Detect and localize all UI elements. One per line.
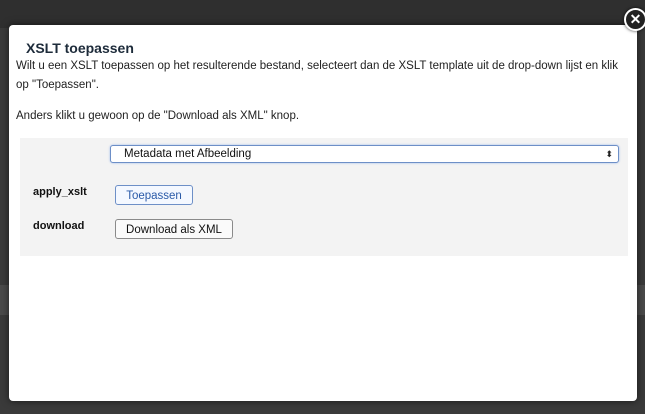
xslt-dialog: XSLT toepassen Wilt u een XSLT toepassen… — [9, 25, 637, 401]
form-panel: Metadata met Afbeelding ⬍ apply_xslt Toe… — [20, 138, 628, 256]
apply-button[interactable]: Toepassen — [115, 185, 193, 205]
backdrop-top — [0, 0, 645, 28]
close-icon[interactable]: ✕ — [624, 8, 645, 31]
dialog-alt-text: Anders klikt u gewoon op de "Download al… — [16, 110, 300, 122]
close-glyph: ✕ — [629, 11, 642, 27]
select-arrows-icon: ⬍ — [605, 149, 613, 159]
xslt-template-select-value: Metadata met Afbeelding — [124, 148, 252, 160]
apply-xslt-label: apply_xslt — [33, 186, 87, 198]
xslt-template-select[interactable]: Metadata met Afbeelding ⬍ — [110, 145, 619, 163]
dialog-title: XSLT toepassen — [26, 40, 134, 56]
download-xml-button[interactable]: Download als XML — [115, 219, 233, 239]
download-label: download — [33, 220, 85, 232]
dialog-intro-text: Wilt u een XSLT toepassen op het resulte… — [16, 60, 618, 91]
